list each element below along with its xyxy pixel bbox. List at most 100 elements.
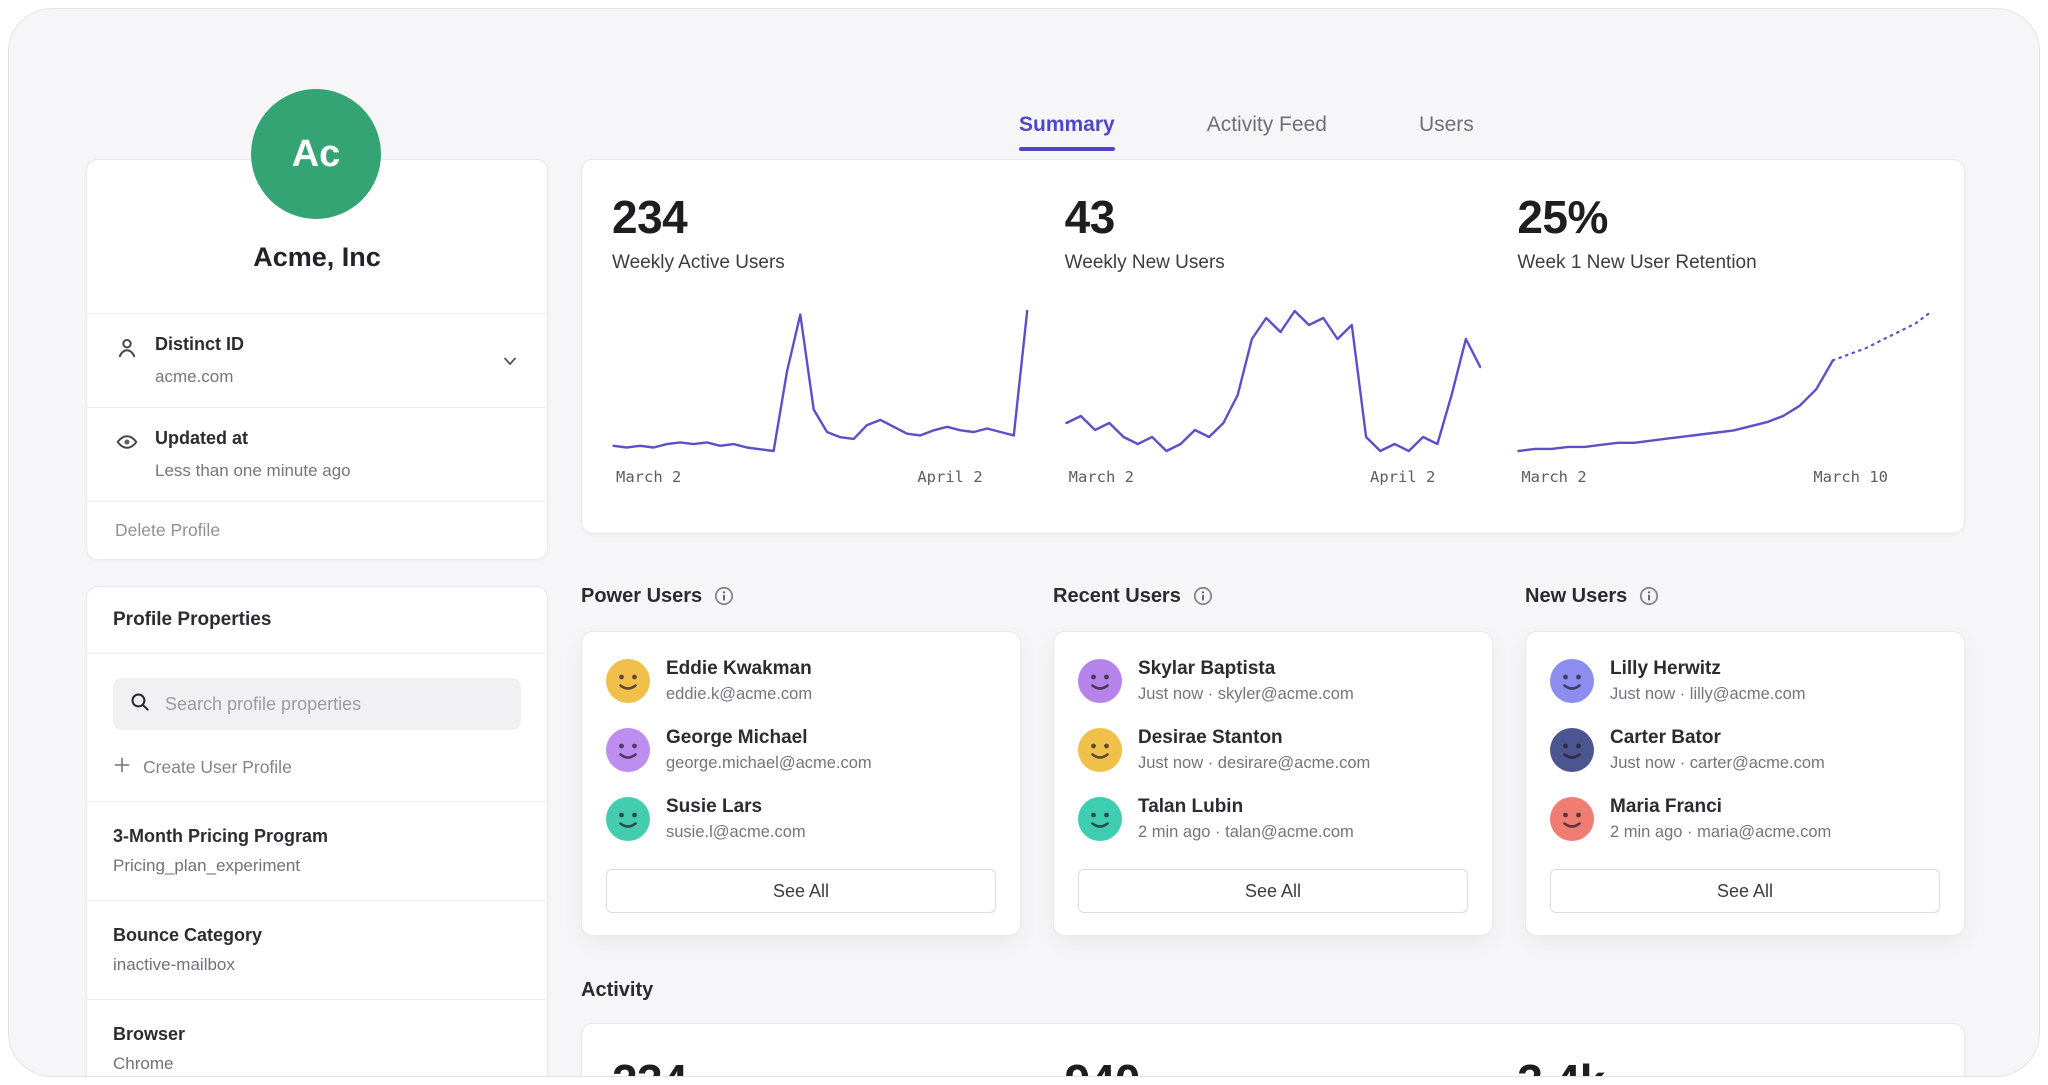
updated-at-row: Updated at Less than one minute ago (87, 408, 547, 501)
property-value: Pricing_plan_experiment (113, 856, 521, 876)
x-axis-start: March 2 (1069, 468, 1134, 486)
activity-section-title: Activity (581, 979, 653, 1002)
create-user-profile-button[interactable]: Create User Profile (113, 756, 521, 779)
company-avatar: Ac (251, 89, 381, 219)
plus-icon (113, 756, 131, 779)
x-axis-end: March 10 (1813, 468, 1888, 486)
eye-icon (115, 430, 139, 459)
active-tab-underline (1019, 147, 1115, 151)
see-all-button[interactable]: See All (606, 869, 996, 913)
weekly-active-users-sparkline (612, 306, 1029, 456)
stat-value: 43 (1065, 190, 1482, 244)
activity-stat: 3.4k (1517, 1054, 1934, 1077)
x-axis-start: March 2 (1521, 468, 1586, 486)
stat-label: Week 1 New User Retention (1517, 252, 1934, 274)
delete-profile-button[interactable]: Delete Profile (115, 520, 220, 540)
stat-value: 3.4k (1517, 1054, 1934, 1077)
tab-summary-label: Summary (1019, 113, 1115, 136)
distinct-id-value: acme.com (155, 367, 244, 387)
chevron-down-icon[interactable] (499, 350, 521, 377)
see-all-button[interactable]: See All (1550, 869, 1940, 913)
stat-week1-retention: 25% Week 1 New User Retention March 2 Ma… (1517, 190, 1934, 509)
app-frame: Ac Acme, Inc Distinct ID acme.com Update… (8, 8, 2040, 1077)
user-avatar (1078, 728, 1122, 772)
user-row[interactable]: Susie Lars susie.l@acme.com (606, 796, 996, 842)
property-name: Browser (113, 1024, 521, 1045)
distinct-id-row[interactable]: Distinct ID acme.com (87, 314, 547, 407)
user-row[interactable]: Carter Bator Just now · carter@acme.com (1550, 727, 1940, 773)
user-row[interactable]: George Michael george.michael@acme.com (606, 727, 996, 773)
user-avatar (606, 659, 650, 703)
tab-users[interactable]: Users (1419, 113, 1474, 151)
tab-users-label: Users (1419, 113, 1474, 136)
updated-at-label: Updated at (155, 428, 351, 449)
user-lists-section: Power Users Recent Users New Users (581, 581, 1965, 936)
stat-label: Weekly New Users (1065, 252, 1482, 274)
user-name: George Michael (666, 727, 872, 749)
activity-stat: 940 (1065, 1054, 1482, 1077)
info-icon[interactable] (714, 586, 734, 606)
x-axis-labels: March 2 April 2 (612, 468, 1029, 486)
property-row[interactable]: 3-Month Pricing Program Pricing_plan_exp… (87, 802, 547, 900)
user-subtitle: Just now · skyler@acme.com (1138, 685, 1354, 704)
user-row[interactable]: Lilly Herwitz Just now · lilly@acme.com (1550, 658, 1940, 704)
user-avatar (1550, 659, 1594, 703)
property-row[interactable]: Bounce Category inactive-mailbox (87, 901, 547, 999)
tab-activity-feed[interactable]: Activity Feed (1207, 113, 1327, 151)
property-name: 3-Month Pricing Program (113, 826, 521, 847)
tab-summary[interactable]: Summary (1019, 113, 1115, 151)
user-row[interactable]: Eddie Kwakman eddie.k@acme.com (606, 658, 996, 704)
user-name: Eddie Kwakman (666, 658, 812, 680)
user-name: Talan Lubin (1138, 796, 1354, 818)
stat-weekly-active-users: 234 Weekly Active Users March 2 April 2 (612, 190, 1029, 509)
property-row[interactable]: Browser Chrome (87, 1000, 547, 1077)
x-axis-labels: March 2 April 2 (1065, 468, 1482, 486)
user-name: Lilly Herwitz (1610, 658, 1806, 680)
profile-properties-tools: Create User Profile (87, 654, 547, 801)
new-users-card: Lilly Herwitz Just now · lilly@acme.com … (1525, 631, 1965, 936)
user-row[interactable]: Talan Lubin 2 min ago · talan@acme.com (1078, 796, 1468, 842)
info-icon[interactable] (1193, 586, 1213, 606)
section-title: Recent Users (1053, 585, 1181, 608)
x-axis-start: March 2 (616, 468, 681, 486)
stat-weekly-new-users: 43 Weekly New Users March 2 April 2 (1065, 190, 1482, 509)
profile-properties-search[interactable] (113, 678, 521, 730)
user-avatar (1078, 797, 1122, 841)
stat-value: 940 (1065, 1054, 1482, 1077)
user-name: Carter Bator (1610, 727, 1825, 749)
x-axis-end: April 2 (1370, 468, 1435, 486)
user-subtitle: Just now · lilly@acme.com (1610, 685, 1806, 704)
activity-stat: 234 (612, 1054, 1029, 1077)
activity-card: 234 940 3.4k (581, 1023, 1965, 1077)
user-avatar (1078, 659, 1122, 703)
user-name: Susie Lars (666, 796, 806, 818)
power-users-card: Eddie Kwakman eddie.k@acme.com George Mi… (581, 631, 1021, 936)
week1-retention-sparkline (1517, 306, 1934, 456)
profile-properties-title: Profile Properties (87, 587, 547, 653)
user-avatar (606, 797, 650, 841)
summary-stats-card: 234 Weekly Active Users March 2 April 2 … (581, 159, 1965, 534)
stat-value: 234 (612, 1054, 1029, 1077)
user-subtitle: Just now · carter@acme.com (1610, 754, 1825, 773)
property-value: inactive-mailbox (113, 955, 521, 975)
tab-activity-feed-label: Activity Feed (1207, 113, 1327, 136)
user-name: Desirae Stanton (1138, 727, 1370, 749)
user-row[interactable]: Desirae Stanton Just now · desirare@acme… (1078, 727, 1468, 773)
user-avatar (1550, 728, 1594, 772)
info-icon[interactable] (1639, 586, 1659, 606)
distinct-id-label: Distinct ID (155, 334, 244, 355)
section-title: New Users (1525, 585, 1627, 608)
user-name: Maria Franci (1610, 796, 1831, 818)
delete-profile-row: Delete Profile (87, 502, 547, 559)
search-input[interactable] (163, 693, 505, 716)
power-users-header: Power Users (581, 581, 1021, 611)
tab-bar: Summary Activity Feed Users (1019, 113, 1474, 151)
user-subtitle: susie.l@acme.com (666, 823, 806, 842)
user-avatar (1550, 797, 1594, 841)
user-row[interactable]: Maria Franci 2 min ago · maria@acme.com (1550, 796, 1940, 842)
see-all-button[interactable]: See All (1078, 869, 1468, 913)
property-name: Bounce Category (113, 925, 521, 946)
recent-users-card: Skylar Baptista Just now · skyler@acme.c… (1053, 631, 1493, 936)
stat-value: 25% (1517, 190, 1934, 244)
user-row[interactable]: Skylar Baptista Just now · skyler@acme.c… (1078, 658, 1468, 704)
